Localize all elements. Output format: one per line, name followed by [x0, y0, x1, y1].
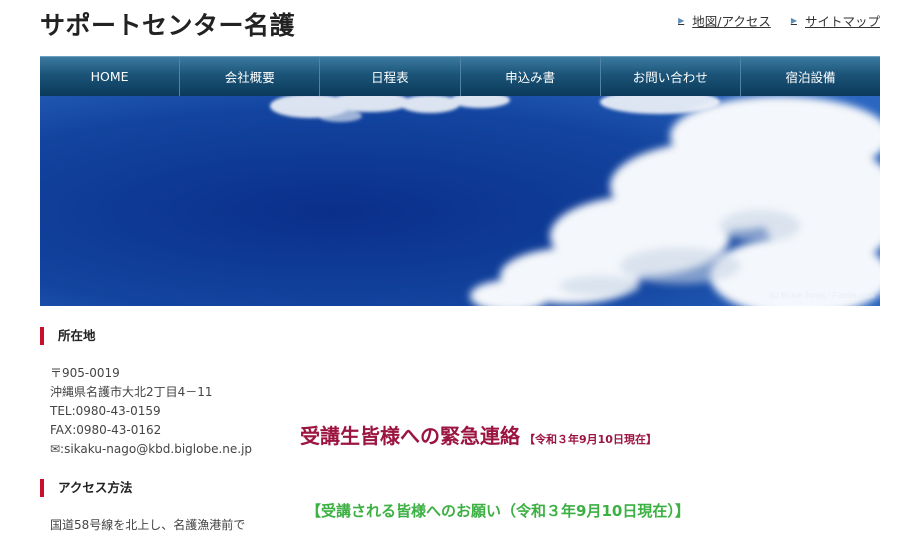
request-heading: 【受講される皆様へのお願い（令和３年9月10日現在）】 [306, 502, 690, 520]
access-text: 国道58号線を北上し、名護漁港前で [50, 518, 246, 532]
address-block: 〒905-0019 沖縄県名護市大北2丁目4－11 TEL:0980-43-01… [50, 364, 252, 459]
sky-clouds-illustration [40, 96, 880, 306]
location-heading: 所在地 [40, 327, 96, 345]
site-title: サポートセンター名護 [40, 11, 296, 40]
triangle-right-icon: ▶ [678, 16, 685, 25]
nav-item-lodging[interactable]: 宿泊設備 [740, 57, 881, 96]
fax-number: FAX:0980-43-0162 [50, 423, 162, 437]
nav-item-home[interactable]: HOME [40, 57, 181, 96]
hero-image: (c) Bruce Jones - Fotolia.com [40, 96, 880, 306]
sitemap-link-label: サイトマップ [804, 14, 880, 29]
postal-code: 〒905-0019 [50, 366, 120, 380]
tel-number: TEL:0980-43-0159 [50, 404, 161, 418]
triangle-right-icon: ▶ [790, 16, 797, 25]
address-text: 沖縄県名護市大北2丁目4－11 [50, 385, 213, 399]
access-heading: アクセス方法 [40, 479, 132, 497]
map-access-link-label: 地図/アクセス [692, 14, 771, 29]
nav-item-contact[interactable]: お問い合わせ [600, 57, 741, 96]
nav-item-company[interactable]: 会社概要 [180, 57, 321, 96]
notice-date: 【令和３年9月10日現在】 [524, 433, 657, 446]
main-nav: HOME 会社概要 日程表 申込み書 お問い合わせ 宿泊設備 [40, 56, 881, 96]
map-access-link[interactable]: ▶ 地図/アクセス [678, 11, 771, 30]
notice-title: 受講生皆様への緊急連絡 [300, 424, 520, 448]
header-links: ▶ 地図/アクセス ▶ サイトマップ [678, 11, 880, 30]
photo-credit: (c) Bruce Jones - Fotolia.com [769, 291, 874, 300]
emergency-notice: 受講生皆様への緊急連絡 【令和３年9月10日現在】 [300, 420, 657, 449]
nav-item-schedule[interactable]: 日程表 [320, 57, 461, 96]
sitemap-link[interactable]: ▶ サイトマップ [791, 11, 880, 30]
email-address: ✉:sikaku-nago@kbd.biglobe.ne.jp [50, 442, 253, 456]
nav-item-application[interactable]: 申込み書 [460, 57, 601, 96]
